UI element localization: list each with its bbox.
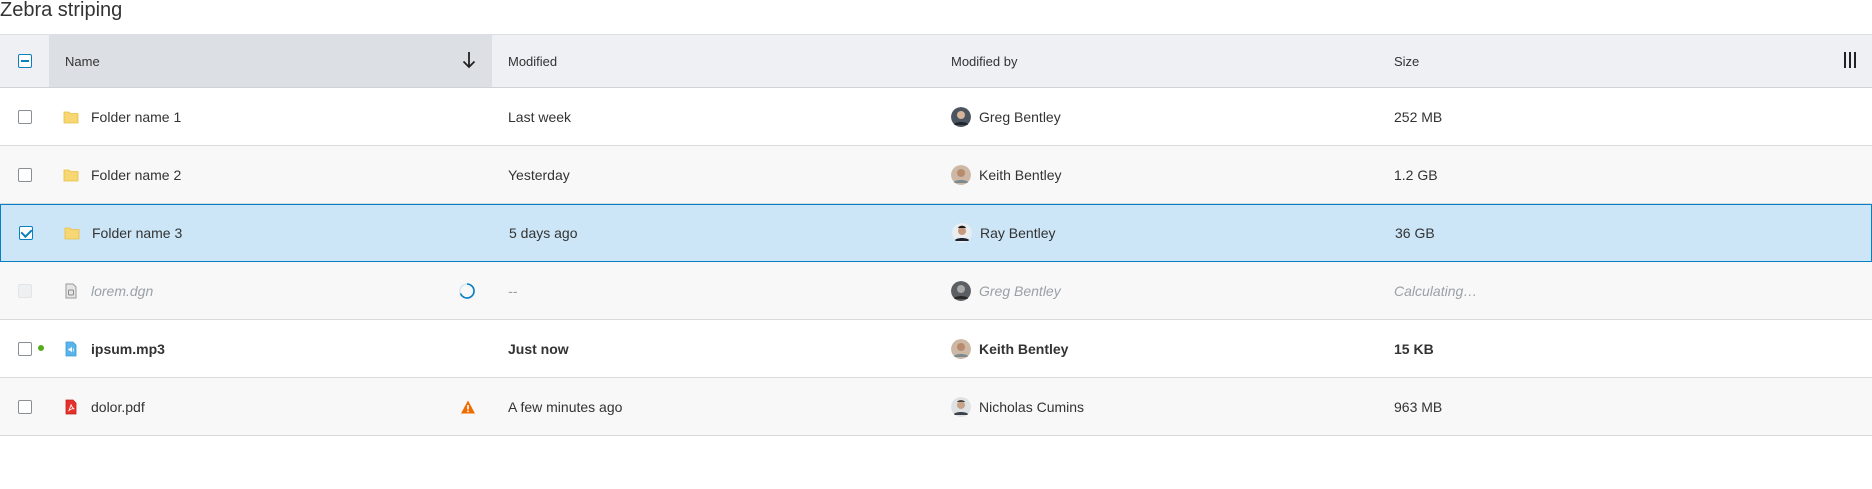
column-header-modified-by-label: Modified by: [951, 53, 1018, 69]
table-row[interactable]: Folder name 2 Yesterday Keith Bentley 1.…: [0, 146, 1872, 204]
column-header-size-label: Size: [1394, 53, 1420, 69]
modified-value: 5 days ago: [509, 225, 578, 241]
name-cell: Folder name 2: [49, 146, 492, 203]
size-value: 1.2 GB: [1394, 166, 1438, 183]
name-cell: Folder name 1: [49, 88, 492, 145]
row-select-cell: [0, 262, 49, 319]
modified-by-cell: Keith Bentley: [935, 320, 1378, 377]
dgn-file-icon: [65, 283, 77, 298]
modified-cell: Yesterday: [492, 146, 935, 203]
name-cell: ipsum.mp3: [38, 320, 492, 377]
file-name: lorem.dgn: [91, 282, 154, 299]
row-checkbox[interactable]: [18, 226, 33, 240]
avatar: [951, 106, 971, 127]
modified-cell: A few minutes ago: [492, 378, 935, 435]
page-title: Zebra striping: [0, 0, 123, 21]
row-select-cell: [0, 378, 49, 435]
size-cell: 252 MB: [1378, 88, 1872, 145]
file-name[interactable]: Folder name 3: [92, 225, 493, 241]
table-row-disabled: lorem.dgn -- Greg Bentley Calculating…: [0, 262, 1872, 320]
column-header-size[interactable]: Size: [1378, 35, 1872, 87]
modified-by-cell: Ray Bentley: [936, 205, 1379, 261]
avatar: [951, 396, 971, 417]
folder-icon: [64, 227, 80, 240]
avatar: [951, 338, 971, 359]
row-select-cell: [0, 146, 49, 203]
row-select-cell: [1, 205, 50, 261]
name-cell: lorem.dgn: [49, 262, 492, 319]
row-select-cell: [0, 88, 49, 145]
row-checkbox[interactable]: [17, 341, 32, 356]
modified-value: A few minutes ago: [508, 398, 623, 415]
row-checkbox[interactable]: [17, 167, 32, 182]
size-value: 963 MB: [1394, 398, 1443, 415]
table-row[interactable]: dolor.pdf A few minutes ago Nicholas Cum…: [0, 378, 1872, 436]
file-name[interactable]: ipsum.mp3: [91, 341, 492, 357]
column-manager-icon[interactable]: [1842, 52, 1858, 68]
size-cell: 963 MB: [1378, 378, 1872, 435]
column-header-modified-label: Modified: [508, 53, 558, 69]
user-name: Keith Bentley: [979, 166, 1062, 183]
size-value: 252 MB: [1394, 108, 1443, 125]
size-cell: 36 GB: [1379, 205, 1871, 261]
size-value: 15 KB: [1394, 340, 1434, 357]
user-name: Ray Bentley: [980, 225, 1056, 241]
size-value: Calculating…: [1394, 282, 1478, 299]
table-header: Name Modified Modified by Size: [0, 34, 1872, 88]
modified-by-cell: Nicholas Cumins: [935, 378, 1378, 435]
table-row-new[interactable]: ipsum.mp3 Just now Keith Bentley 15 KB: [0, 320, 1872, 378]
column-header-modified[interactable]: Modified: [492, 35, 935, 87]
data-table: Name Modified Modified by Size Folder na…: [0, 34, 1872, 436]
column-header-modified-by[interactable]: Modified by: [935, 35, 1378, 87]
row-checkbox: [17, 283, 32, 298]
modified-cell: Last week: [492, 88, 935, 145]
folder-icon: [63, 169, 79, 181]
file-name[interactable]: dolor.pdf: [91, 399, 492, 415]
avatar: [952, 223, 972, 243]
modified-by-cell: Greg Bentley: [935, 262, 1378, 319]
table-row[interactable]: Folder name 1 Last week Greg Bentley 252…: [0, 88, 1872, 146]
file-name[interactable]: Folder name 1: [91, 109, 492, 125]
size-cell: 15 KB: [1378, 320, 1872, 377]
name-cell: dolor.pdf: [49, 378, 492, 435]
row-checkbox[interactable]: [17, 399, 32, 414]
modified-cell: Just now: [492, 320, 935, 377]
loading-spinner-icon: [459, 282, 475, 299]
modified-value: Last week: [508, 108, 572, 125]
user-name: Nicholas Cumins: [979, 398, 1085, 415]
new-indicator-dot: [38, 345, 44, 351]
pdf-file-icon: [65, 399, 77, 414]
select-all-checkbox[interactable]: [17, 54, 32, 68]
modified-value: Yesterday: [508, 166, 570, 183]
user-name: Greg Bentley: [979, 108, 1061, 125]
modified-cell: 5 days ago: [493, 205, 936, 261]
row-checkbox[interactable]: [17, 109, 32, 124]
column-header-name-label: Name: [65, 53, 100, 69]
user-name: Keith Bentley: [979, 340, 1069, 357]
table-row-selected[interactable]: Folder name 3 5 days ago Ray Bentley 36 …: [0, 204, 1872, 262]
size-value: 36 GB: [1395, 225, 1435, 241]
select-all-cell: [0, 35, 49, 87]
size-cell: 1.2 GB: [1378, 146, 1872, 203]
modified-value: --: [508, 282, 518, 299]
user-name: Greg Bentley: [979, 282, 1061, 299]
audio-file-icon: [65, 341, 77, 356]
modified-cell: --: [492, 262, 935, 319]
column-header-name[interactable]: Name: [49, 35, 492, 87]
avatar: [951, 280, 971, 301]
file-name[interactable]: Folder name 2: [91, 167, 492, 183]
avatar: [951, 164, 971, 185]
modified-by-cell: Keith Bentley: [935, 146, 1378, 203]
sort-descending-icon[interactable]: [462, 51, 476, 69]
size-cell: Calculating…: [1378, 262, 1872, 319]
folder-icon: [63, 111, 79, 123]
modified-by-cell: Greg Bentley: [935, 88, 1378, 145]
warning-icon[interactable]: [460, 399, 476, 415]
name-cell: Folder name 3: [50, 205, 493, 261]
modified-value: Just now: [508, 340, 569, 357]
